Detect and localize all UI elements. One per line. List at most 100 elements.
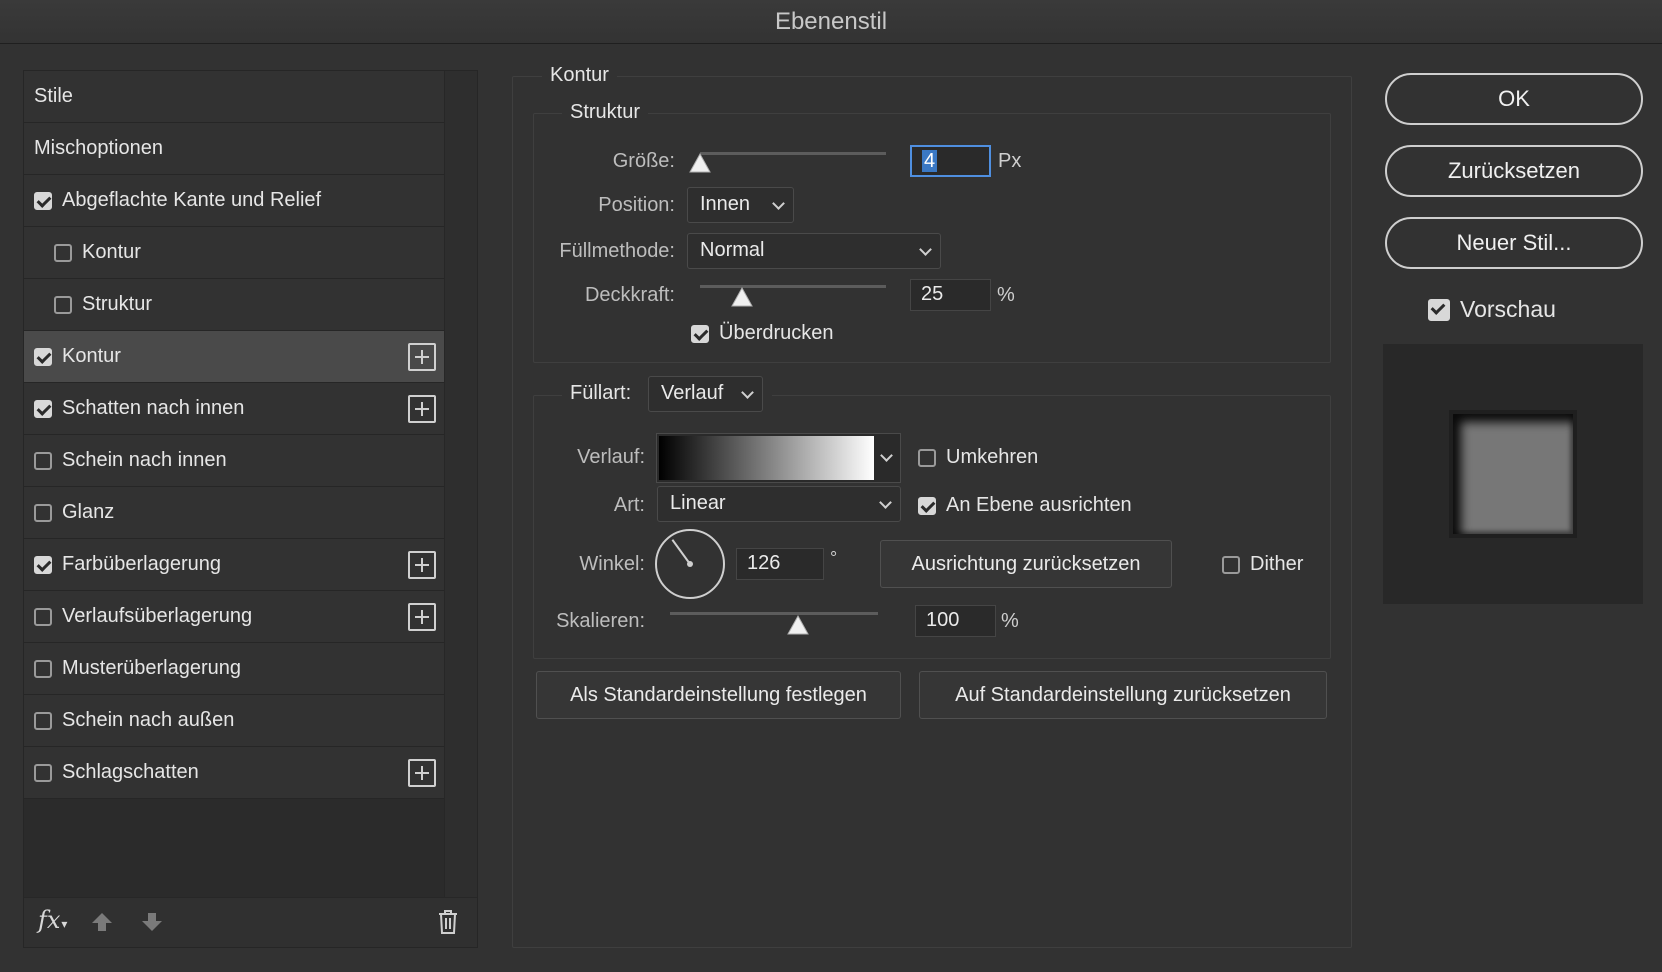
style-item-label: Farbüberlagerung — [62, 553, 221, 575]
style-item[interactable]: Struktur — [24, 279, 444, 331]
style-item-checkbox[interactable] — [34, 451, 52, 470]
style-item[interactable]: Glanz — [24, 487, 444, 539]
style-item[interactable]: Schatten nach innen — [24, 383, 444, 435]
add-style-icon[interactable] — [408, 343, 436, 371]
blend-label: Füllmethode: — [559, 240, 675, 262]
reset-alignment-label: Ausrichtung zurücksetzen — [911, 552, 1141, 575]
dither-checkbox[interactable]: Dither — [1222, 553, 1303, 576]
reverse-checkbox[interactable]: Umkehren — [918, 446, 1038, 469]
style-item-checkbox[interactable] — [54, 243, 72, 262]
fill-type-header: Füllart: Verlauf — [562, 376, 772, 416]
blend-mode-dropdown[interactable]: Normal — [687, 233, 941, 269]
gradient-style-dropdown[interactable]: Linear — [657, 486, 901, 522]
scale-unit: % — [1001, 610, 1019, 632]
styles-panel: Stile Mischoptionen Abgeflachte Kante und … — [23, 70, 478, 948]
style-item-label: Verlaufsüberlagerung — [62, 605, 253, 627]
style-item[interactable]: Kontur — [24, 331, 444, 383]
style-item-checkbox[interactable] — [34, 659, 52, 678]
add-style-icon[interactable] — [408, 395, 436, 423]
preview-check — [1428, 298, 1450, 321]
style-item[interactable]: Musterüberlagerung — [24, 643, 444, 695]
fx-label: fx — [38, 906, 61, 934]
style-item-label: Abgeflachte Kante und Relief — [62, 189, 322, 211]
style-item-checkbox[interactable] — [34, 399, 52, 418]
add-style-icon[interactable] — [408, 551, 436, 579]
style-item-checkbox[interactable] — [34, 347, 52, 366]
chevron-down-icon — [879, 496, 892, 509]
styles-scrollbar[interactable] — [444, 71, 477, 901]
position-dropdown[interactable]: Innen — [687, 187, 794, 223]
position-value: Innen — [700, 193, 751, 215]
style-item[interactable]: Stile — [24, 71, 444, 123]
style-item-label: Kontur — [82, 241, 141, 263]
style-item[interactable]: Mischoptionen — [24, 123, 444, 175]
size-slider[interactable] — [700, 152, 886, 155]
style-item-checkbox[interactable] — [34, 503, 52, 522]
preview-label: Vorschau — [1460, 296, 1556, 322]
reset-alignment-button[interactable]: Ausrichtung zurücksetzen — [880, 540, 1172, 588]
add-style-icon[interactable] — [408, 759, 436, 787]
trash-icon[interactable] — [436, 909, 460, 941]
style-item-label: Kontur — [62, 345, 121, 367]
style-item-checkbox[interactable] — [34, 607, 52, 626]
style-item-checkbox[interactable] — [34, 711, 52, 730]
opacity-slider[interactable] — [700, 285, 886, 288]
opacity-label: Deckkraft: — [584, 284, 675, 306]
reverse-check — [918, 448, 936, 467]
style-item-checkbox[interactable] — [34, 763, 52, 782]
reset-default-label: Auf Standardeinstellung zurücksetzen — [955, 683, 1291, 706]
style-item[interactable]: Abgeflachte Kante und Relief — [24, 175, 444, 227]
chevron-down-icon[interactable] — [880, 449, 893, 462]
angle-dial[interactable] — [654, 528, 726, 600]
opacity-input[interactable]: 25 — [910, 279, 991, 311]
angle-input[interactable]: 126 — [736, 548, 824, 580]
fx-button[interactable]: fx▾ — [38, 906, 67, 934]
new-style-button[interactable]: Neuer Stil... — [1385, 217, 1643, 269]
move-down-icon[interactable] — [140, 910, 164, 940]
scale-input[interactable]: 100 — [915, 605, 996, 637]
gradient-style-value: Linear — [670, 492, 726, 514]
size-input[interactable]: 4 — [910, 145, 991, 177]
angle-value: 126 — [747, 552, 781, 574]
style-item[interactable]: Kontur — [24, 227, 444, 279]
style-item-label: Schein nach innen — [62, 449, 227, 471]
style-item-label: Glanz — [62, 501, 115, 523]
style-item-checkbox[interactable] — [54, 295, 72, 314]
dither-check — [1222, 555, 1240, 574]
gradient-picker[interactable] — [656, 433, 901, 483]
style-item[interactable]: Schein nach außen — [24, 695, 444, 747]
preview-checkbox[interactable]: Vorschau — [1428, 296, 1556, 323]
reset-label: Zurücksetzen — [1447, 158, 1581, 183]
scale-label: Skalieren: — [556, 610, 645, 632]
style-item[interactable]: Farbüberlagerung — [24, 539, 444, 591]
size-value: 4 — [922, 150, 938, 172]
overprint-checkbox[interactable]: Überdrucken — [691, 322, 834, 345]
opacity-unit: % — [997, 284, 1015, 306]
style-item[interactable]: Schein nach innen — [24, 435, 444, 487]
make-default-button[interactable]: Als Standardeinstellung festlegen — [536, 671, 901, 719]
style-item-checkbox[interactable] — [34, 555, 52, 574]
reset-button[interactable]: Zurücksetzen — [1385, 145, 1643, 197]
move-up-icon[interactable] — [90, 910, 114, 940]
style-item-checkbox[interactable] — [34, 191, 52, 210]
gradient-swatch[interactable] — [659, 436, 874, 480]
angle-label: Winkel: — [579, 553, 645, 575]
style-item[interactable]: Verlaufsüberlagerung — [24, 591, 444, 643]
gradient-label: Verlauf: — [577, 446, 645, 468]
overprint-check — [691, 324, 709, 343]
add-style-icon[interactable] — [408, 603, 436, 631]
scale-slider[interactable] — [670, 612, 878, 615]
struktur-title: Struktur — [562, 101, 649, 124]
reset-default-button[interactable]: Auf Standardeinstellung zurücksetzen — [919, 671, 1327, 719]
overprint-label: Überdrucken — [719, 322, 834, 344]
align-layer-label: An Ebene ausrichten — [946, 494, 1132, 516]
fill-type-dropdown[interactable]: Verlauf — [648, 376, 763, 412]
ok-button[interactable]: OK — [1385, 73, 1643, 125]
align-layer-checkbox[interactable]: An Ebene ausrichten — [918, 494, 1132, 517]
style-item[interactable]: Schlagschatten — [24, 747, 444, 799]
window-titlebar: Ebenenstil — [0, 0, 1662, 44]
reverse-label: Umkehren — [946, 446, 1039, 468]
make-default-label: Als Standardeinstellung festlegen — [570, 683, 867, 706]
chevron-down-icon — [919, 243, 932, 256]
size-unit: Px — [998, 150, 1022, 172]
